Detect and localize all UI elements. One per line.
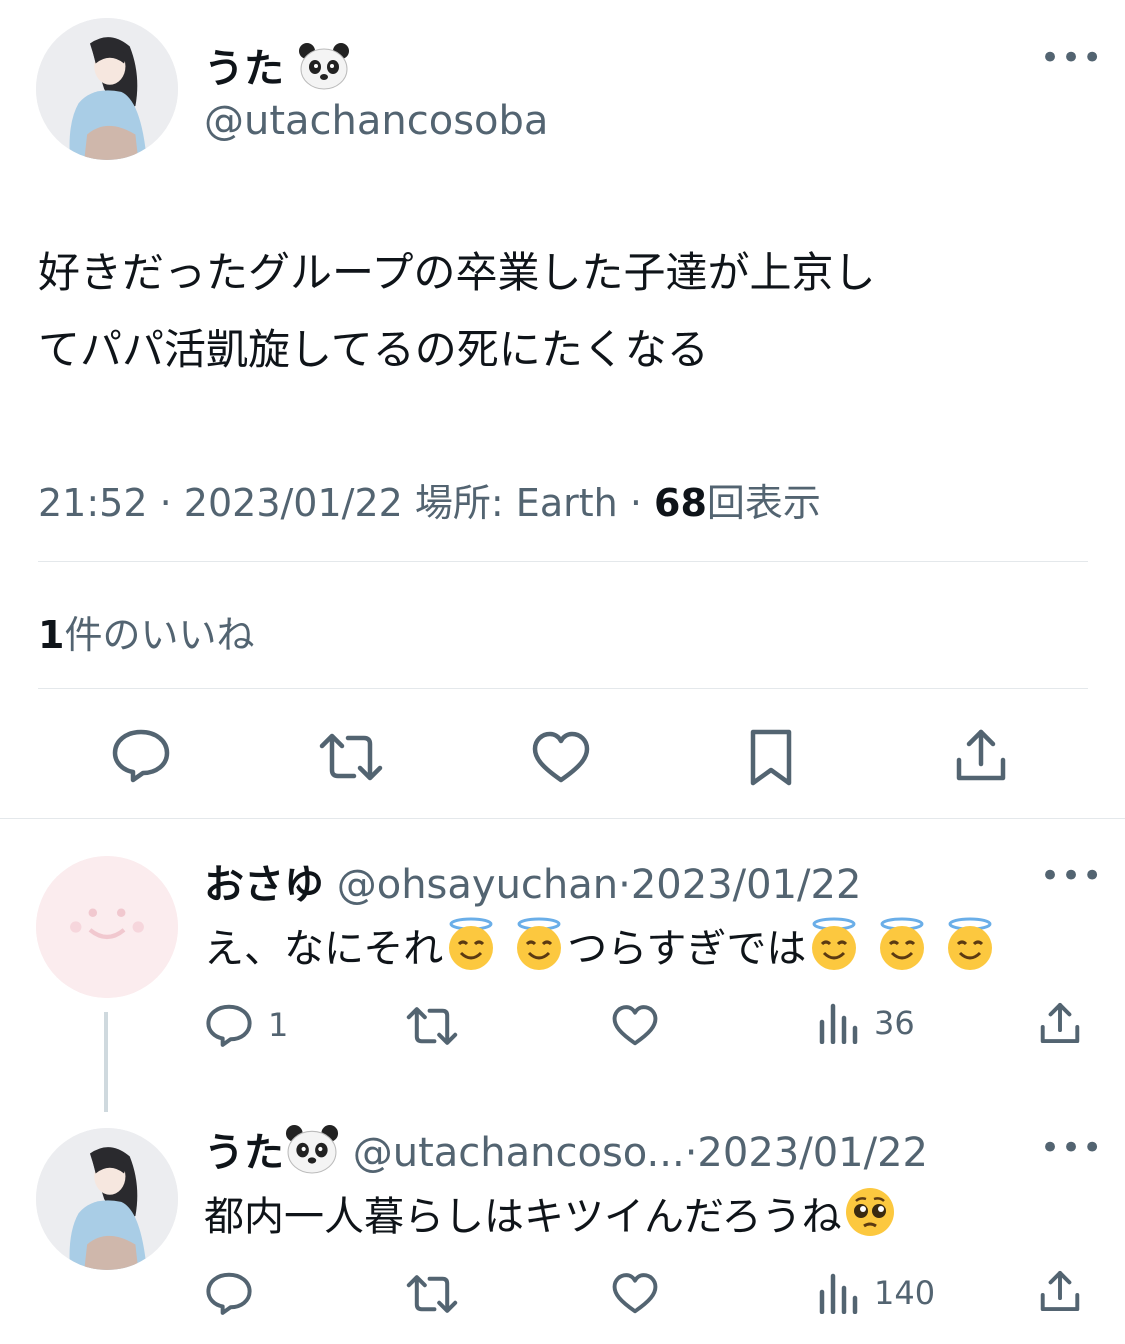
like-button[interactable]	[610, 1272, 660, 1316]
tweet-meta: 21:52 · 2023/01/22 場所: Earth · 68回表示	[38, 481, 821, 525]
tweet-text-line-2: てパパ活凱旋してるの死にたくなる	[38, 325, 709, 374]
share-icon	[1040, 1002, 1080, 1044]
reply-header: おさゆ @ohsayuchan·2023/01/22	[204, 862, 862, 908]
divider	[38, 561, 1088, 562]
smiling-face-with-halo-icon	[511, 916, 567, 972]
retweet-icon	[406, 1275, 458, 1313]
retweet-icon	[319, 733, 383, 781]
likes-summary[interactable]: 1件のいいね	[38, 604, 254, 659]
reply-display-name[interactable]: うた	[204, 1125, 340, 1176]
reply-button[interactable]	[204, 1270, 254, 1316]
section-divider	[0, 818, 1125, 819]
tweet-time[interactable]: 21:52	[38, 481, 148, 525]
more-options-icon[interactable]: •••	[1040, 41, 1103, 75]
tweet-date[interactable]: 2023/01/22	[184, 481, 403, 525]
share-icon	[1040, 1270, 1080, 1312]
share-button[interactable]	[953, 726, 1009, 784]
share-button[interactable]	[1038, 1268, 1082, 1314]
retweet-button[interactable]	[404, 1272, 460, 1316]
bookmark-button[interactable]	[748, 728, 794, 788]
reply-button[interactable]: 1	[204, 1002, 288, 1048]
author-handle[interactable]: @utachancosoba	[204, 98, 548, 144]
share-icon	[956, 729, 1006, 781]
share-button[interactable]	[1038, 1000, 1082, 1046]
author-avatar[interactable]	[36, 18, 178, 160]
reply-date[interactable]: 2023/01/22	[631, 862, 862, 908]
reply-count: 1	[268, 1006, 289, 1044]
likes-count: 1	[38, 613, 65, 657]
more-options-icon[interactable]: •••	[1040, 1131, 1103, 1165]
like-button[interactable]	[610, 1004, 660, 1048]
views-button[interactable]: 140	[818, 1272, 935, 1314]
retweet-icon	[406, 1007, 458, 1045]
reply-icon	[206, 1272, 252, 1315]
views-button[interactable]: 36	[818, 1002, 915, 1044]
reply-avatar[interactable]	[36, 1128, 178, 1270]
tweet-text: 好きだったグループの卒業した子達が上京し てパパ活凱旋してるの死にたくなる	[38, 234, 1098, 388]
reply-button[interactable]	[110, 726, 172, 784]
like-icon	[612, 1005, 658, 1046]
smiling-face-with-halo-icon	[806, 916, 862, 972]
retweet-button[interactable]	[316, 730, 386, 784]
like-button[interactable]	[530, 730, 592, 786]
tweet-text-line-1: 好きだったグループの卒業した子達が上京し	[38, 248, 876, 297]
views-count: 140	[874, 1274, 936, 1312]
reply-handle[interactable]: @utachancoso...	[353, 1130, 685, 1176]
reply-icon	[112, 729, 170, 783]
divider	[38, 688, 1088, 689]
bookmark-icon	[750, 729, 792, 786]
thread-line	[104, 1012, 108, 1112]
views-icon	[819, 1273, 858, 1314]
panda-icon	[298, 42, 350, 90]
more-options-icon[interactable]: •••	[1040, 859, 1103, 893]
views-label: 回表示	[706, 481, 821, 525]
panda-icon	[284, 1124, 340, 1174]
smiling-face-with-halo-icon	[942, 916, 998, 972]
retweet-button[interactable]	[404, 1004, 460, 1048]
tweet-location: 場所: Earth	[414, 481, 618, 525]
likes-label: 件のいいね	[64, 613, 255, 657]
reply-display-name[interactable]: おさゆ	[204, 862, 324, 908]
reply-header: うた @utachancoso...·2023/01/22	[204, 1120, 928, 1178]
views-icon	[819, 1003, 858, 1044]
views-count: 68	[654, 481, 707, 525]
pleading-face-icon	[842, 1184, 898, 1240]
smiling-face-with-halo-icon	[443, 916, 499, 972]
author-display-name[interactable]: うた	[204, 36, 350, 94]
reply-date[interactable]: 2023/01/22	[697, 1130, 928, 1176]
reply-icon	[206, 1004, 252, 1047]
views-count: 36	[874, 1004, 915, 1042]
reply-handle[interactable]: @ohsayuchan	[337, 862, 618, 908]
reply-text: え、なにそれ つらすぎでは	[204, 916, 998, 974]
like-icon	[532, 731, 590, 783]
smiling-face-with-halo-icon	[874, 916, 930, 972]
reply-avatar[interactable]	[36, 856, 178, 998]
like-icon	[612, 1273, 658, 1314]
reply-text: 都内一人暮らしはキツイんだろうね	[204, 1184, 898, 1242]
